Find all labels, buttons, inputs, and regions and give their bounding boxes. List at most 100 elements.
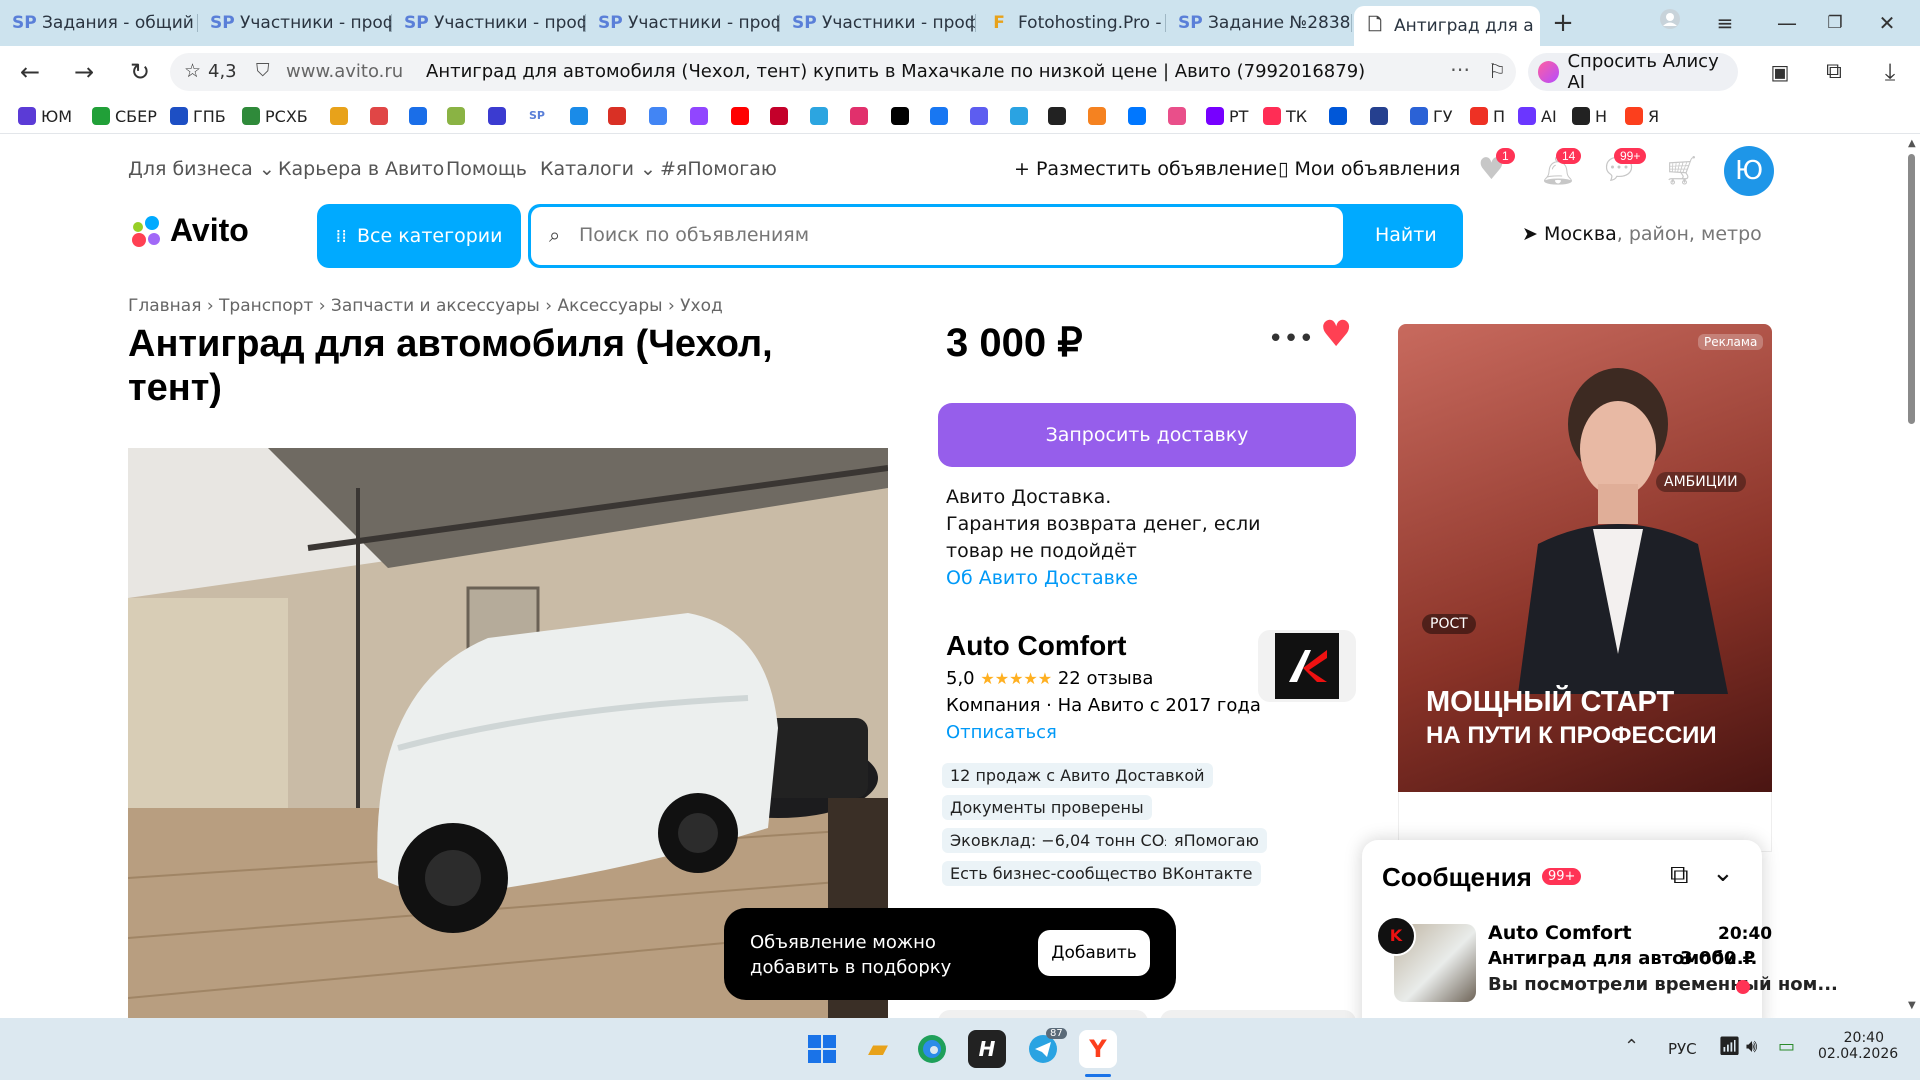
breadcrumb-item[interactable]: Транспорт [219,296,313,316]
seller-rating[interactable]: 5,0 ★★★★★ 22 отзыва [946,668,1153,689]
page-scrollbar[interactable]: ▲ ▼ [1903,134,1920,1018]
link-catalogs[interactable]: Каталоги ⌄ [540,158,656,180]
link-help[interactable]: Помощь [446,158,527,180]
ad-banner[interactable]: Реклама АМБИЦИИ РОСТ МОЩНЫЙ СТАРТ НА ПУТ… [1398,324,1772,792]
breadcrumb-item[interactable]: Главная [128,296,201,316]
browser-tab[interactable]: SP Участники - проф [200,6,392,40]
star-icon[interactable]: ☆ [184,60,201,82]
about-delivery-link[interactable]: Об Авито Доставке [946,565,1306,592]
bookmark-item[interactable] [649,104,667,128]
unsubscribe-link[interactable]: Отписаться [946,722,1057,743]
bookmark-item[interactable] [731,104,749,128]
shield-icon[interactable]: ⛉ [256,60,270,81]
bookmark-item[interactable]: СБЕР [92,104,157,128]
scroll-down-icon[interactable]: ▼ [1908,1000,1916,1011]
browser-tab[interactable]: SP Участники - проф [782,6,976,40]
post-ad-link[interactable]: + Разместить объявление [1014,158,1277,180]
bookmark-item[interactable] [447,104,465,128]
bookmark-item[interactable] [1088,104,1106,128]
bookmark-item[interactable] [330,104,348,128]
bookmark-item[interactable]: ТК [1263,104,1307,128]
cart-icon[interactable]: 🛒︎ [1664,154,1700,187]
more-options-icon[interactable]: ••• [1268,324,1314,354]
browser-tab[interactable]: SP Задание №28388 [1168,6,1352,40]
location-selector[interactable]: ➤ Москва, район, метро [1522,223,1762,245]
browser-tab[interactable]: SP Участники - проф [394,6,586,40]
language-indicator[interactable]: РУС [1668,1040,1697,1058]
browser-tab[interactable]: F Fotohosting.Pro - [978,6,1166,40]
app-h-icon[interactable]: H [968,1030,1006,1068]
restore-button[interactable]: ❐ [1820,8,1850,38]
alice-button[interactable]: Спросить Алису AI [1528,51,1738,93]
bookmark-item[interactable] [1329,104,1347,128]
breadcrumb-item[interactable]: Аксессуары [557,296,662,316]
bookmark-item[interactable]: РТ [1206,104,1248,128]
close-window-button[interactable]: ✕ [1872,8,1902,38]
bookmark-item[interactable]: AI [1518,104,1557,128]
bookmark-item[interactable] [770,104,788,128]
scroll-thumb[interactable] [1908,154,1915,424]
bookmark-item[interactable] [930,104,948,128]
gallery-icon[interactable]: ▣ [1764,56,1796,88]
download-icon[interactable]: ⤓ [1874,56,1906,88]
avito-logo[interactable]: Avito [128,212,249,249]
bookmark-item[interactable] [370,104,388,128]
bookmark-item[interactable] [891,104,909,128]
bookmark-item[interactable] [1370,104,1388,128]
breadcrumb-item[interactable]: Запчасти и аксессуары [331,296,540,316]
back-icon[interactable]: ← [14,56,46,88]
reload-icon[interactable]: ↻ [124,56,156,88]
battery-icon[interactable]: ▭ [1778,1036,1795,1057]
bookmark-item[interactable]: Я [1625,104,1659,128]
action-button[interactable] [1160,1010,1356,1018]
action-button[interactable] [938,1010,1148,1018]
bookmark-item[interactable] [1168,104,1186,128]
bookmark-item[interactable] [1048,104,1066,128]
bookmark-item[interactable]: Н [1572,104,1607,128]
bookmark-item[interactable] [409,104,427,128]
message-item[interactable]: K Auto Comfort 20:40 Антиград для автомо… [1376,916,1838,1006]
minimize-button[interactable]: — [1772,8,1802,38]
seller-name[interactable]: Auto Comfort [946,630,1126,662]
clock[interactable]: 20:40 02.04.2026 [1818,1030,1898,1062]
browser-tab[interactable]: SP Задания - общий [2,6,198,40]
extensions-icon[interactable]: ⧉ [1818,56,1850,88]
bookmark-item[interactable] [970,104,988,128]
wifi-icon[interactable]: 📶︎ [1718,1036,1741,1057]
bookmark-item[interactable] [488,104,506,128]
bookmark-item[interactable]: ЮМ [18,104,72,128]
new-tab-button[interactable]: + [1548,8,1578,38]
avatar[interactable]: Ю [1724,146,1774,196]
breadcrumb-item[interactable]: Уход [680,296,723,316]
bookmark-icon[interactable]: ⚐ [1488,59,1506,83]
seller-logo[interactable] [1258,630,1356,702]
bookmark-item[interactable]: ГУ [1410,104,1453,128]
url-field[interactable]: ☆ 4,3 ⛉ www.avito.ru Антиград для автомо… [170,53,1516,91]
file-explorer-icon[interactable]: ▰ [859,1030,897,1068]
profile-icon[interactable] [1655,8,1685,38]
bookmark-item[interactable] [1128,104,1146,128]
collapse-chevron-icon[interactable]: ⌄ [1712,858,1734,888]
bookmark-item[interactable] [1010,104,1028,128]
request-delivery-button[interactable]: Запросить доставку [938,403,1356,467]
bookmark-item[interactable]: SP [526,104,548,128]
browser-tab[interactable]: 🗋︎Антиград для а✕ [1354,6,1540,46]
volume-icon[interactable]: 🔊︎ [1746,1036,1757,1057]
link-ya-pomogayu[interactable]: #яПомогаю [660,158,777,180]
add-button[interactable]: Добавить [1038,930,1150,976]
bookmark-item[interactable] [850,104,868,128]
forward-icon[interactable]: → [68,56,100,88]
favorite-heart-icon[interactable]: ♥ [1320,314,1352,355]
bookmark-item[interactable] [608,104,626,128]
my-ads-link[interactable]: ▯ Мои объявления [1278,158,1460,180]
start-icon[interactable] [803,1030,841,1068]
menu-icon[interactable]: ≡ [1710,8,1740,38]
bookmark-item[interactable] [810,104,828,128]
edge-icon[interactable] [913,1030,951,1068]
all-categories-button[interactable]: ⁞⁞ Все категории [317,204,521,268]
scroll-up-icon[interactable]: ▲ [1908,138,1916,149]
search-input[interactable]: ⌕ Поиск по объявлениям [531,207,1343,265]
browser-tab[interactable]: SP Участники - проф [588,6,780,40]
yandex-browser-icon[interactable]: Y [1079,1030,1117,1068]
bookmark-item[interactable]: ГПБ [170,104,226,128]
